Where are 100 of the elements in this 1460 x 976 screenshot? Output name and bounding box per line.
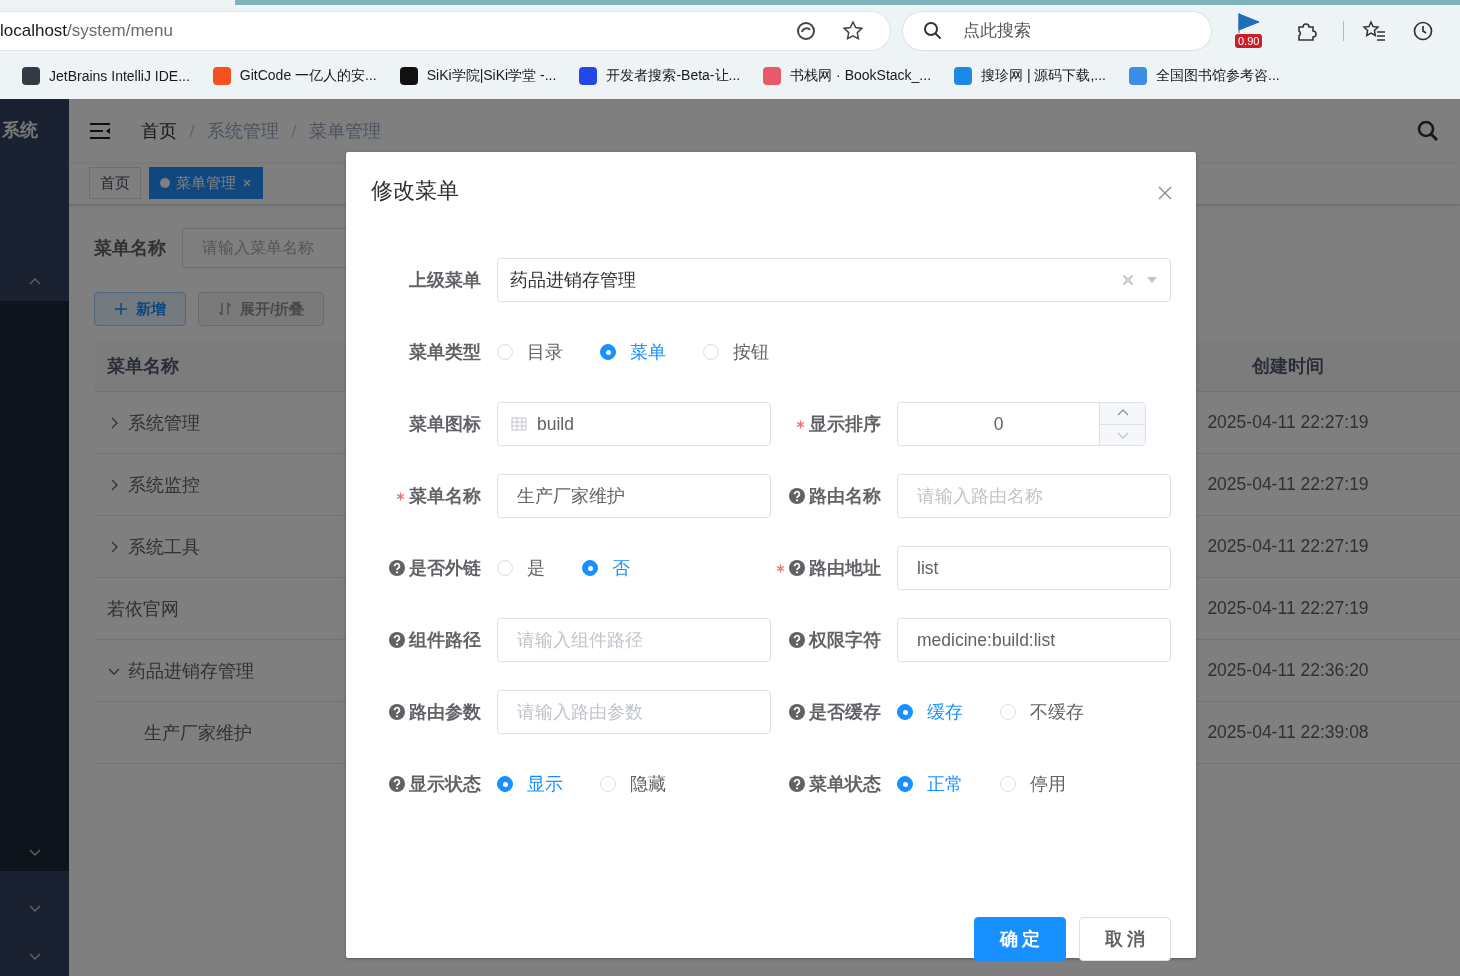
radio-option[interactable]: 显示: [497, 772, 563, 796]
help-icon[interactable]: [789, 560, 805, 576]
radio-button[interactable]: [600, 344, 616, 360]
favicon-icon: [399, 66, 418, 85]
table-cell-text: 2025-04-11 22:27:19: [1206, 474, 1370, 495]
radio-option[interactable]: 缓存: [897, 700, 963, 724]
caret-icon: [1146, 276, 1158, 284]
field-label: 菜单名称: [409, 485, 481, 508]
table-cell-text: 系统监控: [128, 473, 200, 497]
radio-option[interactable]: 目录: [497, 340, 563, 364]
field-value[interactable]: build: [527, 412, 770, 436]
favicon-icon: [954, 66, 973, 85]
field-label: 路由地址: [809, 557, 881, 580]
sidebar-title: 系统: [2, 118, 38, 142]
input-field[interactable]: 请输入组件路径: [497, 618, 771, 662]
tag[interactable]: 首页: [89, 167, 141, 199]
menu-icon[interactable]: [89, 121, 111, 140]
radio-option[interactable]: 是: [497, 556, 545, 580]
table-cell-text: 2025-04-11 22:39:08: [1206, 722, 1370, 743]
radio-button[interactable]: [582, 560, 598, 576]
radio-button[interactable]: [497, 776, 513, 792]
table-cell-text: 2025-04-11 22:27:19: [1206, 412, 1370, 433]
confirm-button[interactable]: 确 定: [974, 917, 1066, 961]
input-field[interactable]: list: [897, 546, 1171, 590]
radio-button[interactable]: [897, 776, 913, 792]
field-label: 路由名称: [809, 485, 881, 508]
table-cell-text: 2025-04-11 22:27:19: [1206, 536, 1370, 557]
search-icon[interactable]: [1416, 118, 1440, 143]
favorites-icon[interactable]: [1362, 20, 1386, 42]
field-label: 菜单图标: [409, 413, 481, 436]
help-icon[interactable]: [389, 632, 405, 648]
field-label: 组件路径: [409, 629, 481, 652]
search-field[interactable]: 点此搜索: [903, 12, 1211, 50]
field-label: 权限字符: [809, 629, 881, 652]
radio-option[interactable]: 隐藏: [600, 772, 666, 796]
input-field[interactable]: medicine:build:list: [897, 618, 1171, 662]
number-field[interactable]: 0: [897, 402, 1146, 446]
favicon-icon: [22, 66, 40, 85]
flag-icon: [1235, 11, 1261, 33]
breadcrumb-item[interactable]: 首页: [141, 118, 177, 143]
input-field[interactable]: 请输入路由参数: [497, 690, 771, 734]
field-label: 菜单名称: [94, 237, 166, 260]
bookmark[interactable]: SiKi学院|SiKi学堂 -...: [399, 66, 557, 85]
help-icon[interactable]: [789, 704, 805, 720]
radio-option[interactable]: 正常: [897, 772, 963, 796]
table-cell-text: 系统管理: [128, 411, 200, 435]
radio-option[interactable]: 停用: [1000, 772, 1066, 796]
badge: 0.90: [1235, 34, 1263, 48]
dialog-title: 修改菜单: [371, 177, 459, 205]
address-bar[interactable]: localhost/system/menu: [0, 12, 891, 50]
bookmark[interactable]: 开发者搜索-Beta-让...: [579, 66, 741, 85]
column-header: 创建时间: [1251, 355, 1325, 378]
cancel-button[interactable]: 取 消: [1079, 917, 1171, 961]
column-header: 菜单名称: [106, 355, 180, 378]
grid-icon: [511, 417, 527, 431]
select-field[interactable]: 药品进销存管理: [497, 258, 1171, 302]
bookmark[interactable]: 全国图书馆参考咨...: [1129, 66, 1280, 85]
url-text: localhost/system/menu: [0, 21, 174, 41]
field-label: 显示状态: [409, 773, 481, 796]
radio-option[interactable]: 按钮: [703, 340, 769, 364]
table-cell-text: 若依官网: [107, 597, 179, 621]
radio-button[interactable]: [897, 704, 913, 720]
field-label: 上级菜单: [409, 269, 481, 292]
search-icon: [923, 21, 944, 41]
input-field[interactable]: build: [497, 402, 771, 446]
bookmark[interactable]: 书栈网 · BookStack_...: [763, 66, 932, 85]
help-icon[interactable]: [389, 776, 405, 792]
favicon-icon: [579, 66, 598, 85]
table-cell-text: 药品进销存管理: [128, 659, 254, 683]
radio-option[interactable]: 不缓存: [1000, 700, 1084, 724]
puzzle-icon[interactable]: [1295, 20, 1317, 42]
bookmark[interactable]: 搜珍网 | 源码下载,...: [954, 66, 1106, 85]
field-label: 显示排序: [809, 413, 881, 436]
search-input[interactable]: 点此搜索: [961, 20, 1166, 42]
separator-icon: [290, 122, 298, 139]
help-icon[interactable]: [789, 632, 805, 648]
close-icon[interactable]: [1157, 185, 1173, 201]
field-label: 路由参数: [409, 701, 481, 724]
separator-icon: [188, 122, 196, 139]
sort-icon: [218, 302, 232, 316]
star-icon[interactable]: [842, 20, 865, 42]
history-icon[interactable]: [1412, 20, 1434, 42]
favicon-icon: [763, 66, 782, 85]
help-icon[interactable]: [389, 704, 405, 720]
radio-option[interactable]: 否: [582, 556, 630, 580]
help-icon[interactable]: [789, 776, 805, 792]
radio-option[interactable]: 菜单: [600, 340, 666, 364]
field-value[interactable]: 药品进销存管理: [498, 268, 1122, 292]
bookmark[interactable]: GitCode 一亿人的安...: [212, 66, 377, 85]
field-value[interactable]: 0: [898, 412, 1099, 436]
bookmark[interactable]: JetBrains IntelliJ IDE...: [22, 66, 190, 85]
help-icon[interactable]: [789, 488, 805, 504]
help-icon[interactable]: [389, 560, 405, 576]
table-cell-text: 2025-04-11 22:27:19: [1206, 598, 1370, 619]
input-field[interactable]: 请输入路由名称: [897, 474, 1171, 518]
reader-icon[interactable]: [796, 21, 817, 41]
input-field[interactable]: 生产厂家维护: [497, 474, 771, 518]
favicon-icon: [212, 66, 231, 85]
field-label: 菜单状态: [809, 773, 881, 796]
extension-button[interactable]: 0.90: [1235, 11, 1269, 51]
